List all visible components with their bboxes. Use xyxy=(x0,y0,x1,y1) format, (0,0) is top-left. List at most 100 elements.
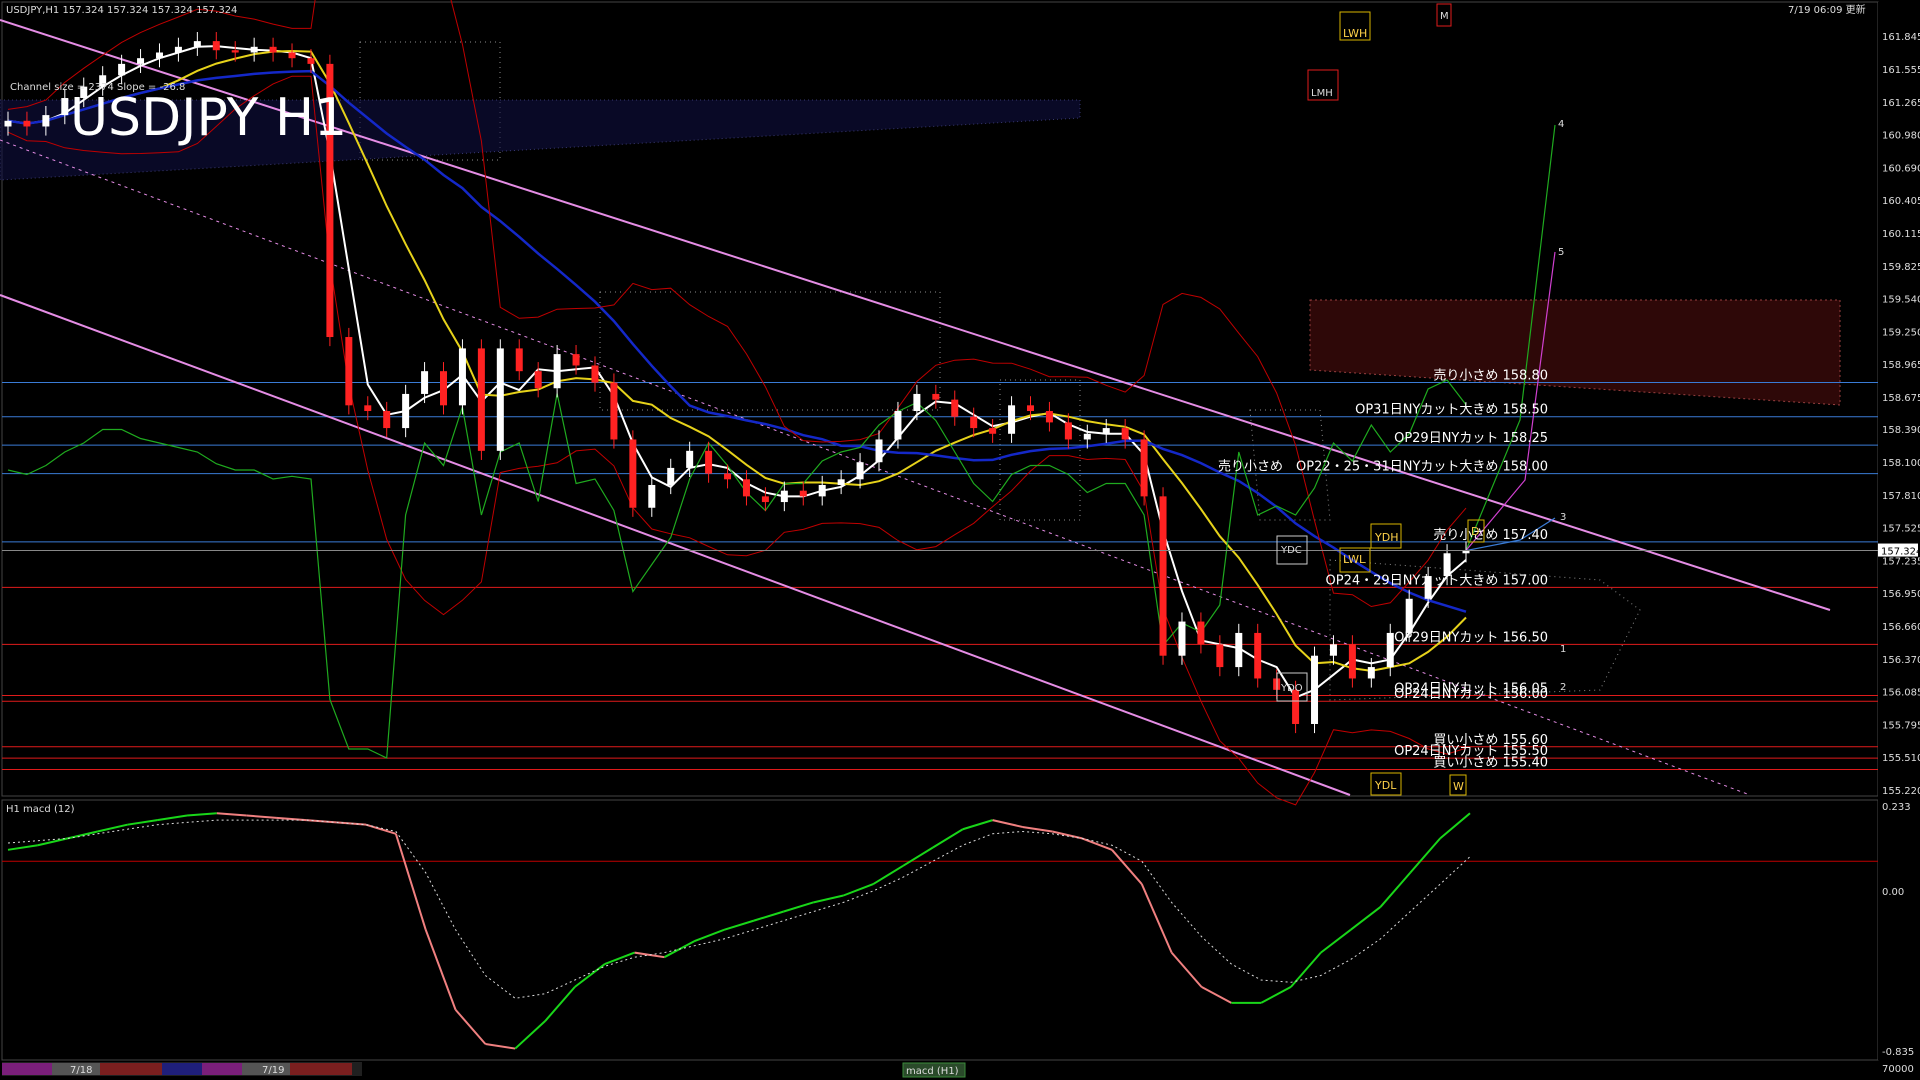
price-tick-label: 155.795 xyxy=(1882,721,1920,732)
candle-body xyxy=(269,46,277,53)
candle-body xyxy=(1045,411,1053,423)
candle-body xyxy=(761,496,769,503)
date-label-1: 7/18 xyxy=(70,1065,92,1076)
candle-body xyxy=(440,371,448,406)
candle-body xyxy=(572,354,580,366)
candle-body xyxy=(1405,598,1413,633)
candle-body xyxy=(742,479,750,497)
projection-5: 5 xyxy=(1558,247,1564,258)
macd-segment xyxy=(1022,825,1053,833)
price-tick-label: 160.405 xyxy=(1882,196,1920,207)
candle-body xyxy=(212,41,220,51)
macd-segment xyxy=(1409,837,1441,874)
candle-body xyxy=(1254,632,1262,679)
candle-body xyxy=(1197,621,1205,645)
marker-ydl: YDL xyxy=(1374,779,1397,792)
macd-segment xyxy=(1111,849,1143,885)
price-tick-label: 159.250 xyxy=(1882,327,1920,338)
macd-signal-line xyxy=(7,819,1471,999)
projection-line-5 xyxy=(1465,251,1556,551)
marker-ydo: YDO xyxy=(1280,683,1303,694)
candle-body xyxy=(364,405,372,412)
candle-body xyxy=(1367,667,1375,679)
macd-segment xyxy=(1170,951,1203,988)
macd-segment xyxy=(813,894,844,904)
candle-body xyxy=(1178,621,1186,656)
price-tick-label: 156.660 xyxy=(1882,622,1920,633)
macd-segment xyxy=(1320,928,1352,954)
date-label-2: 7/19 xyxy=(262,1065,284,1076)
candle-body xyxy=(780,490,788,503)
macd-segment xyxy=(753,910,785,922)
cloud-future-red xyxy=(1309,299,1841,406)
candle-body xyxy=(970,416,978,429)
macd-segment xyxy=(544,986,576,1022)
price-tick-label: 155.220 xyxy=(1882,786,1920,797)
candle-body xyxy=(23,120,31,127)
price-tick-label: 160.115 xyxy=(1882,229,1920,240)
macd-tick-volume: 70000 xyxy=(1882,1064,1914,1075)
candle-body xyxy=(629,439,637,508)
projection-3: 3 xyxy=(1560,512,1566,523)
level-label: OP24・29日NYカット大きめ 157.00 xyxy=(1326,573,1548,588)
macd-segment xyxy=(932,828,964,849)
candle-body xyxy=(1386,632,1394,668)
level-label: OP31日NYカット大きめ 158.50 xyxy=(1355,403,1548,418)
marker-m: M xyxy=(1440,11,1449,22)
macd-segment xyxy=(843,883,874,897)
candle-body xyxy=(250,46,258,53)
candle-body xyxy=(1311,655,1319,724)
macd-tab-label: macd (H1) xyxy=(906,1066,959,1077)
candle-body xyxy=(4,120,12,127)
macd-tick-bottom: -0.835 xyxy=(1882,1047,1914,1058)
candle-body xyxy=(1292,689,1300,724)
price-tick-label: 158.675 xyxy=(1882,393,1920,404)
macd-segment xyxy=(424,929,457,1011)
price-tick-label: 157.810 xyxy=(1882,491,1920,502)
macd-segment xyxy=(962,819,993,831)
bottom-date-bar: 7/18 7/19 macd (H1) xyxy=(2,1062,966,1078)
candle-body xyxy=(421,371,429,394)
macd-segment xyxy=(574,963,606,988)
macd-tick-zero: 0.00 xyxy=(1882,887,1904,898)
price-tick-label: 156.370 xyxy=(1882,655,1920,666)
macd-segment xyxy=(783,901,814,913)
price-tick-label: 159.540 xyxy=(1882,294,1920,305)
macd-segment xyxy=(485,1043,516,1050)
current-price-label: 157.324 xyxy=(1881,547,1920,558)
price-tick-label: 156.085 xyxy=(1882,688,1920,699)
candle-body xyxy=(383,411,391,429)
candle-body xyxy=(591,365,599,383)
candle-body xyxy=(724,473,732,480)
candle-body xyxy=(155,52,163,59)
level-label: 売り小さめ 157.40 xyxy=(1433,527,1548,543)
candle-body xyxy=(686,450,694,468)
candle-body xyxy=(610,382,618,440)
candle-body xyxy=(1008,405,1016,434)
candle-body xyxy=(913,393,921,412)
projection-4: 4 xyxy=(1558,119,1564,130)
macd-segment xyxy=(157,814,188,822)
candle-body xyxy=(1026,405,1034,412)
macd-segment xyxy=(992,819,1023,828)
macd-segment xyxy=(1379,871,1412,908)
candle-body xyxy=(1348,644,1356,679)
macd-segment xyxy=(216,812,247,817)
price-tick-label: 159.825 xyxy=(1882,262,1920,273)
macd-label: H1 macd (12) xyxy=(6,804,75,815)
candle-body xyxy=(799,490,807,497)
candle-body xyxy=(345,337,353,406)
macd-segment xyxy=(1290,951,1322,988)
candle-body xyxy=(1140,439,1148,497)
candle-body xyxy=(648,484,656,508)
candle-body xyxy=(1083,433,1091,440)
candle-body xyxy=(137,58,145,64)
candle-body xyxy=(515,348,523,372)
candle-body xyxy=(667,467,675,485)
timestamp: 7/19 06:09 更新 xyxy=(1788,3,1866,16)
candle-body xyxy=(193,41,201,47)
macd-segment xyxy=(1439,812,1471,840)
candle-body xyxy=(307,58,315,64)
marker-ydc: YDC xyxy=(1280,545,1302,556)
candle-body xyxy=(61,98,69,116)
